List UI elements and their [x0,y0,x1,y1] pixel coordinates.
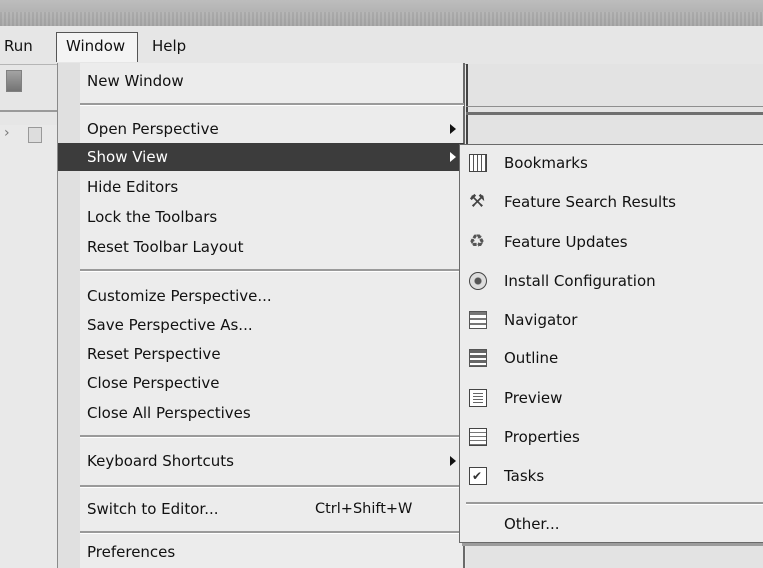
submenu-arrow-icon [450,456,456,466]
panel-divider [466,64,468,144]
menu-item-hide-editors[interactable]: Hide Editors [58,173,464,201]
menu-item-label: Switch to Editor... [87,500,219,518]
menu-item-reset-toolbar-layout[interactable]: Reset Toolbar Layout [58,233,464,261]
menu-item-label: Reset Toolbar Layout [87,238,244,256]
outline-icon [469,349,487,367]
menu-item-show-view[interactable]: Show View [58,143,464,171]
view-item-install-configuration[interactable]: Install Configuration [460,264,763,298]
menu-item-new-window[interactable]: New Window [58,67,464,95]
view-item-bookmarks[interactable]: Bookmarks [460,146,763,180]
menu-item-preferences[interactable]: Preferences [58,538,464,566]
menu-item-label: Keyboard Shortcuts [87,452,234,470]
menu-item-close-perspective[interactable]: Close Perspective [58,369,464,397]
menu-item-accelerator: Ctrl+Shift+W [315,501,413,517]
menu-item-label: Hide Editors [87,178,179,196]
menu-item-open-perspective[interactable]: Open Perspective [58,115,464,143]
view-item-label: Navigator [504,311,578,329]
menu-item-label: Lock the Toolbars [87,208,218,226]
view-item-label: Bookmarks [504,154,588,172]
menu-window[interactable]: Window [56,32,138,62]
view-item-tasks[interactable]: Tasks [460,459,763,493]
view-item-feature-updates[interactable]: Feature Updates [460,225,763,259]
feature-search-icon [469,185,487,219]
window-menu: New Window Open Perspective Show View Hi… [57,63,465,568]
view-item-label: Preview [504,389,563,407]
menu-item-label: Show View [87,148,168,166]
menu-separator [80,531,464,534]
toolbar [0,65,60,125]
menu-item-label: New Window [87,72,184,90]
preview-icon [469,389,487,407]
view-item-label: Other... [504,515,560,533]
menu-item-keyboard-shortcuts[interactable]: Keyboard Shortcuts [58,447,464,475]
menu-item-label: Open Perspective [87,120,219,138]
toolbar-divider [0,110,60,112]
toolbar-tool-icon[interactable] [6,70,22,92]
view-item-label: Feature Search Results [504,193,676,211]
view-item-feature-search-results[interactable]: Feature Search Results [460,185,763,219]
view-item-preview[interactable]: Preview [460,381,763,415]
feature-updates-icon [469,225,487,259]
view-item-other[interactable]: Other... [460,507,763,541]
view-item-navigator[interactable]: Navigator [460,303,763,337]
menu-item-label: Save Perspective As... [87,316,253,334]
menu-run[interactable]: Run [0,33,42,59]
navigator-icon [469,311,487,329]
show-view-submenu: Bookmarks Feature Search Results Feature… [459,144,763,543]
view-item-label: Tasks [504,467,545,485]
view-item-label: Properties [504,428,580,446]
menu-help[interactable]: Help [143,33,195,59]
menu-item-label: Close All Perspectives [87,404,251,422]
view-item-label: Feature Updates [504,233,628,251]
menu-item-save-perspective-as[interactable]: Save Perspective As... [58,311,464,339]
menu-bar: Run Window Help [0,26,763,65]
menu-separator [80,485,464,488]
menu-item-lock-toolbars[interactable]: Lock the Toolbars [58,203,464,231]
view-item-properties[interactable]: Properties [460,420,763,454]
submenu-separator [466,502,763,505]
tasks-icon [469,459,487,493]
panel-divider [466,112,763,115]
menu-item-label: Close Perspective [87,374,220,392]
menu-item-customize-perspective[interactable]: Customize Perspective... [58,282,464,310]
view-item-label: Outline [504,349,559,367]
window-title-strip [0,0,763,26]
menu-item-label: Reset Perspective [87,345,221,363]
view-item-outline[interactable]: Outline [460,341,763,375]
properties-icon [469,428,487,446]
toolbar-page-icon[interactable] [28,127,42,143]
submenu-arrow-icon [450,152,456,162]
view-item-label: Install Configuration [504,272,656,290]
menu-item-switch-to-editor[interactable]: Switch to Editor... Ctrl+Shift+W [58,495,464,523]
menu-item-label: Preferences [87,543,176,561]
bookmarks-icon [469,154,487,172]
chevron-right-icon[interactable]: › [4,125,10,141]
menu-separator [80,269,464,272]
submenu-arrow-icon [450,124,456,134]
install-configuration-icon [469,272,487,290]
menu-separator [80,435,464,438]
menu-item-reset-perspective[interactable]: Reset Perspective [58,340,464,368]
menu-item-label: Customize Perspective... [87,287,272,305]
panel-divider [466,106,763,107]
menu-item-close-all-perspectives[interactable]: Close All Perspectives [58,399,464,427]
menu-separator [80,103,464,106]
